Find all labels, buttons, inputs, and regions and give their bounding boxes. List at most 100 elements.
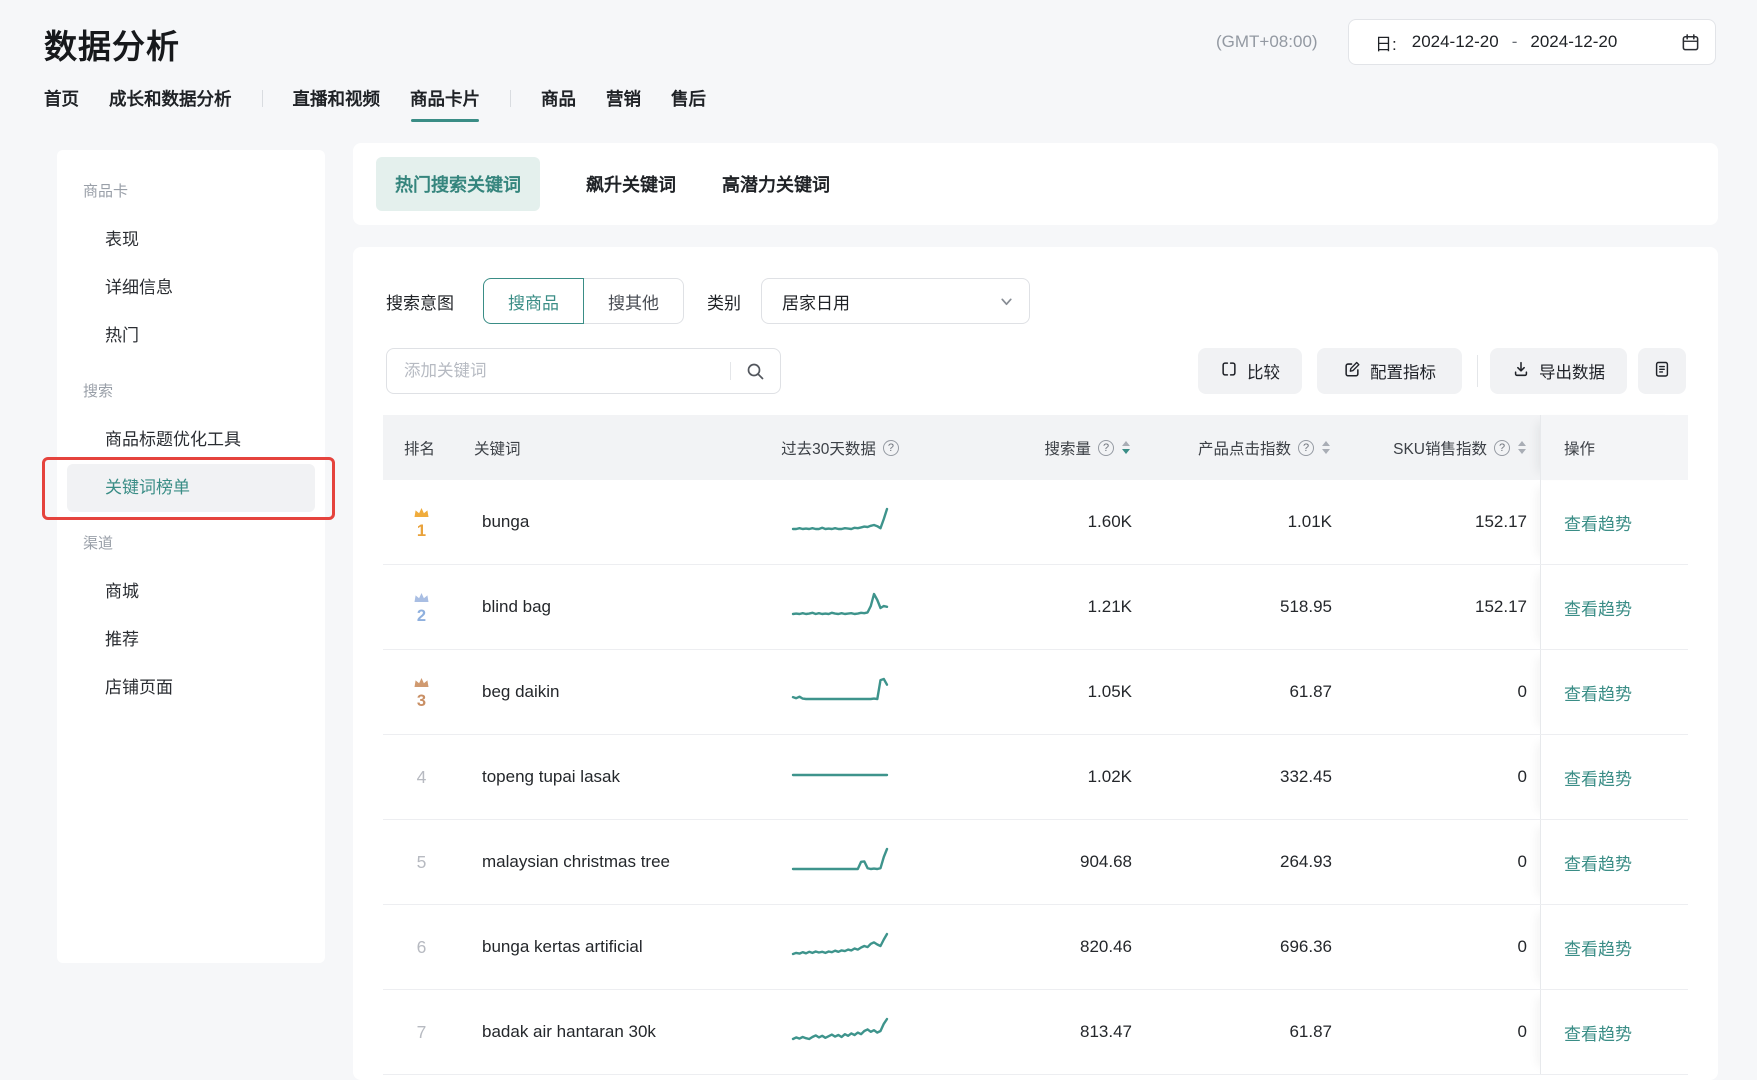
keyword-cell: blind bag bbox=[482, 597, 552, 616]
help-icon[interactable]: ? bbox=[1098, 439, 1114, 456]
search-volume-cell: 904.68 bbox=[1080, 852, 1132, 871]
sort-control[interactable] bbox=[1322, 441, 1330, 454]
search-volume-cell: 1.21K bbox=[1087, 597, 1132, 616]
rank-number: 1 bbox=[416, 522, 427, 541]
date-start[interactable]: 2024-12-20 bbox=[1412, 32, 1499, 52]
column-header-click_index[interactable]: 产品点击指数? bbox=[1140, 415, 1340, 480]
help-icon[interactable]: ? bbox=[1494, 439, 1510, 456]
keyword-cell: bunga bbox=[482, 512, 530, 531]
compare-label: 比较 bbox=[1247, 364, 1280, 382]
nav-divider bbox=[261, 90, 263, 107]
rank-cell: 2 bbox=[383, 565, 460, 649]
sidebar-item[interactable]: 推荐 bbox=[57, 616, 325, 664]
search-volume-cell: 820.46 bbox=[1080, 937, 1132, 956]
nav-item[interactable]: 商品卡片 bbox=[410, 86, 480, 122]
click-index-cell: 264.93 bbox=[1280, 852, 1332, 871]
sidebar-section-label: 商品卡 bbox=[83, 183, 129, 200]
search-divider bbox=[730, 362, 731, 380]
sidebar-item[interactable]: 店铺页面 bbox=[57, 664, 325, 712]
column-header-sku_sales_index[interactable]: SKU销售指数? bbox=[1340, 415, 1540, 480]
crown-icon bbox=[413, 589, 430, 606]
nav-divider bbox=[510, 90, 511, 107]
export-data-button[interactable]: 导出数据 bbox=[1490, 348, 1627, 394]
sidebar-section-label: 搜索 bbox=[83, 383, 114, 400]
rank-medal-silver: 2 bbox=[413, 589, 430, 625]
column-header-rank: 排名 bbox=[383, 415, 460, 480]
sort-control[interactable] bbox=[1122, 441, 1130, 454]
trend-sparkline bbox=[790, 842, 890, 883]
rank-cell: 6 bbox=[383, 905, 460, 989]
nav-item[interactable]: 商品 bbox=[541, 86, 576, 111]
keyword-cell: beg daikin bbox=[482, 682, 560, 701]
rank-cell: 1 bbox=[383, 480, 460, 564]
sidebar-item[interactable]: 表现 bbox=[57, 216, 325, 264]
table-row: 2 blind bag 1.21K 518.95 152.17 查看趋势 bbox=[383, 565, 1688, 650]
segment-search-others[interactable]: 搜其他 bbox=[584, 278, 684, 324]
column-label: 搜索量 bbox=[1044, 440, 1091, 458]
date-type-label: 日: bbox=[1375, 34, 1397, 54]
timezone-label: (GMT+08:00) bbox=[1216, 32, 1318, 51]
view-trend-link[interactable]: 查看趋势 bbox=[1564, 595, 1632, 620]
view-trend-link[interactable]: 查看趋势 bbox=[1564, 850, 1632, 875]
rank-number: 7 bbox=[416, 1021, 427, 1042]
tab-hot-search-keywords[interactable]: 热门搜索关键词 bbox=[376, 157, 540, 211]
keyword-cell: topeng tupai lasak bbox=[482, 767, 620, 786]
nav-item[interactable]: 售后 bbox=[671, 86, 706, 111]
date-range-picker[interactable]: 日: 2024-12-20 - 2024-12-20 bbox=[1348, 19, 1716, 65]
keyword-ranking-table: 排名 关键词 过去30天数据? 搜索量? 产品点击指数? SKU销售指数? 操作 1 bun… bbox=[383, 415, 1688, 1075]
click-index-cell: 1.01K bbox=[1287, 512, 1332, 531]
table-row: 6 bunga kertas artificial 820.46 696.36 … bbox=[383, 905, 1688, 990]
column-label: 关键词 bbox=[474, 440, 521, 458]
view-trend-link[interactable]: 查看趋势 bbox=[1564, 510, 1632, 535]
column-header-trend: 过去30天数据? bbox=[690, 415, 990, 480]
sidebar-item[interactable]: 商品标题优化工具 bbox=[57, 416, 325, 464]
trend-sparkline-cell bbox=[690, 480, 990, 564]
action-cell: 查看趋势 bbox=[1540, 565, 1688, 649]
rank-medal-bronze: 3 bbox=[413, 674, 430, 710]
report-icon bbox=[1653, 360, 1671, 383]
compare-button[interactable]: 比较 bbox=[1198, 348, 1302, 394]
category-select[interactable]: 居家日用 bbox=[761, 278, 1030, 324]
action-cell: 查看趋势 bbox=[1540, 820, 1688, 904]
click-index-cell: 696.36 bbox=[1280, 937, 1332, 956]
sort-control[interactable] bbox=[1518, 441, 1526, 454]
nav-item[interactable]: 成长和数据分析 bbox=[109, 86, 232, 111]
date-end[interactable]: 2024-12-20 bbox=[1530, 32, 1617, 52]
table-row: 5 malaysian christmas tree 904.68 264.93… bbox=[383, 820, 1688, 905]
sidebar-item[interactable]: 商城 bbox=[57, 568, 325, 616]
sidebar-item[interactable]: 关键词榜单 bbox=[67, 464, 315, 512]
tab-rising-keywords[interactable]: 飙升关键词 bbox=[586, 171, 676, 197]
view-trend-link[interactable]: 查看趋势 bbox=[1564, 935, 1632, 960]
search-volume-cell: 1.05K bbox=[1087, 682, 1132, 701]
click-index-cell: 332.45 bbox=[1280, 767, 1332, 786]
action-cell: 查看趋势 bbox=[1540, 735, 1688, 819]
segment-search-products[interactable]: 搜商品 bbox=[483, 278, 584, 324]
keyword-search-input[interactable] bbox=[387, 360, 730, 382]
rank-number: 3 bbox=[416, 692, 427, 711]
trend-sparkline-cell bbox=[690, 990, 990, 1074]
trend-sparkline bbox=[790, 927, 890, 968]
sidebar-item[interactable]: 详细信息 bbox=[57, 264, 325, 312]
view-trend-link[interactable]: 查看趋势 bbox=[1564, 765, 1632, 790]
search-icon[interactable] bbox=[746, 362, 765, 381]
help-icon[interactable]: ? bbox=[882, 439, 899, 456]
column-header-search_volume[interactable]: 搜索量? bbox=[990, 415, 1140, 480]
nav-item[interactable]: 营销 bbox=[606, 86, 641, 111]
configure-metrics-button[interactable]: 配置指标 bbox=[1317, 348, 1462, 394]
sidebar-item[interactable]: 热门 bbox=[57, 312, 325, 360]
search-volume-cell: 1.60K bbox=[1087, 512, 1132, 531]
click-index-cell: 61.87 bbox=[1289, 682, 1332, 701]
column-header-keyword: 关键词 bbox=[460, 415, 690, 480]
nav-item[interactable]: 首页 bbox=[44, 86, 79, 111]
report-button[interactable] bbox=[1638, 348, 1686, 394]
rank-number: 2 bbox=[416, 607, 427, 626]
tab-high-potential-keywords[interactable]: 高潜力关键词 bbox=[722, 171, 830, 197]
nav-item[interactable]: 直播和视频 bbox=[293, 86, 381, 111]
help-icon[interactable]: ? bbox=[1298, 439, 1314, 456]
keyword-search-box[interactable] bbox=[386, 348, 781, 394]
calendar-icon[interactable] bbox=[1681, 33, 1700, 52]
rank-number: 5 bbox=[416, 851, 427, 872]
view-trend-link[interactable]: 查看趋势 bbox=[1564, 680, 1632, 705]
view-trend-link[interactable]: 查看趋势 bbox=[1564, 1020, 1632, 1045]
compare-icon bbox=[1220, 360, 1238, 383]
